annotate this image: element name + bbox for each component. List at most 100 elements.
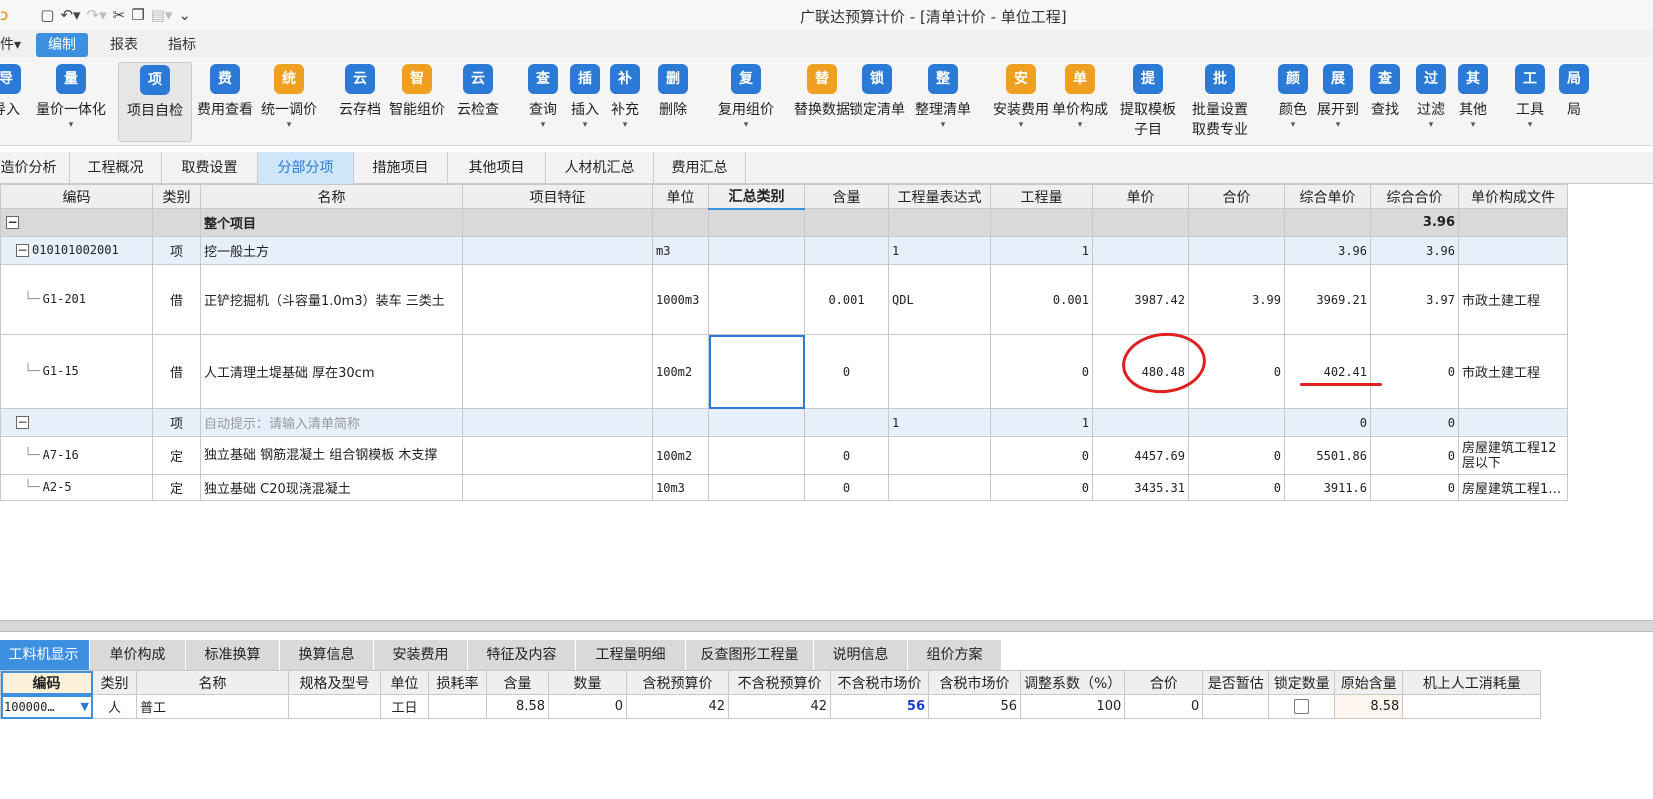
cell-feature[interactable] <box>462 264 653 335</box>
cell-content[interactable] <box>804 236 889 265</box>
dropdown-arrow-icon[interactable]: ▾ <box>910 120 976 130</box>
cell-composite-total[interactable]: 0 <box>1370 334 1459 409</box>
redo-icon[interactable]: ↷▾ <box>87 6 107 24</box>
ribbon-button-install-fee[interactable]: 安安装费用 ▾ <box>988 62 1054 142</box>
ribbon-button-price-adjust[interactable]: 统统一调价 ▾ <box>256 62 322 142</box>
cell-unit[interactable] <box>652 208 709 237</box>
ribbon-button-expand-to[interactable]: 展展开到 ▾ <box>1312 62 1364 142</box>
cell-code[interactable]: └─ A7-16 <box>0 436 153 475</box>
resource-code-combo[interactable]: 100000… ▼ <box>0 694 93 719</box>
ribbon-button-other[interactable]: 其其他 ▾ <box>1452 62 1494 142</box>
detail-tab[interactable]: 反查图形工程量 <box>686 640 814 670</box>
cell-quantity[interactable]: 0 <box>990 334 1093 409</box>
ribbon-button-query[interactable]: 查查询 ▾ <box>522 62 564 142</box>
cell-feature[interactable] <box>462 408 653 437</box>
cell-name[interactable]: 自动提示：请输入清单简称 <box>200 408 463 437</box>
ribbon-button-delete[interactable]: 删删除 <box>652 62 694 142</box>
collapse-icon[interactable]: − <box>16 244 29 257</box>
ribbon-button-smart-price[interactable]: 智智能组价 <box>384 62 450 142</box>
detail-tab[interactable]: 组价方案 <box>908 640 1002 670</box>
dropdown-arrow-icon[interactable]: ▾ <box>566 120 604 130</box>
tab-measures[interactable]: 措施项目 <box>354 152 448 184</box>
cell-unit-price[interactable]: 3435.31 <box>1092 474 1189 501</box>
col-composite-unit-price[interactable]: 综合单价 <box>1284 184 1371 209</box>
cell-composite-total[interactable]: 3.96 <box>1370 208 1459 237</box>
ribbon-button-tools[interactable]: 工工具 ▾ <box>1508 62 1552 142</box>
cell-composite-total[interactable]: 3.97 <box>1370 264 1459 335</box>
cell-summary-category[interactable] <box>708 436 805 475</box>
cell-code[interactable]: └─ G1-201 <box>0 264 153 335</box>
cell-name[interactable]: 正铲挖掘机（斗容量1.0m3）装车 三类土 <box>200 264 463 335</box>
cell-quantity-expr[interactable] <box>888 474 991 501</box>
cell-code[interactable]: −010101002001 <box>0 236 153 265</box>
detail-tab[interactable]: 安装费用 <box>374 640 468 670</box>
col-unit[interactable]: 单位 <box>652 184 709 209</box>
menu-report[interactable]: 报表 <box>98 33 150 57</box>
ribbon-button-batch-fee[interactable]: 批批量设置 取费专业 <box>1186 62 1254 142</box>
undo-icon[interactable]: ↶▾ <box>60 6 80 24</box>
table-row[interactable]: − 整个项目 3.96 <box>0 208 1568 237</box>
pane-splitter[interactable] <box>0 620 1653 632</box>
tab-fee-settings[interactable]: 取费设置 <box>162 152 258 184</box>
cell-total-price[interactable]: 0 <box>1188 436 1285 475</box>
resource-spec[interactable] <box>288 694 381 719</box>
table-row[interactable]: └─ G1-201 借正铲挖掘机（斗容量1.0m3）装车 三类土 1000m3 0.00… <box>0 264 1568 335</box>
ribbon-button-cloud-check[interactable]: 云云检查 <box>452 62 504 142</box>
cell-unit-price[interactable] <box>1092 236 1189 265</box>
dropdown-arrow-icon[interactable]: ▾ <box>522 120 564 130</box>
resource-col-header[interactable]: 类别 <box>92 670 137 695</box>
resource-col-header[interactable]: 含量 <box>486 670 549 695</box>
table-row[interactable]: └─ A7-16 定独立基础 钢筋混凝土 组合钢模板 木支撑 100m2 0 0 4457.… <box>0 436 1568 475</box>
cell-type[interactable]: 项 <box>152 408 201 437</box>
ribbon-button-self-check[interactable]: 项项目自检 <box>118 62 192 142</box>
cell-price-file[interactable] <box>1458 236 1568 265</box>
dropdown-arrow-icon[interactable]: ▾ <box>1312 120 1364 130</box>
dropdown-arrow-icon[interactable]: ▾ <box>1410 120 1452 130</box>
cell-composite-unit-price[interactable]: 3911.6 <box>1284 474 1371 501</box>
cell-price-file[interactable]: 市政土建工程 <box>1458 264 1568 335</box>
cell-quantity-expr[interactable] <box>888 208 991 237</box>
dropdown-arrow-icon[interactable]: ▾ <box>1272 120 1314 130</box>
cell-price-file[interactable]: 市政土建工程 <box>1458 334 1568 409</box>
ribbon-button-fee-view[interactable]: 费费用查看 <box>190 62 260 142</box>
cell-content[interactable]: 0 <box>804 436 889 475</box>
cell-summary-category[interactable] <box>708 236 805 265</box>
ribbon-button-supplement[interactable]: 补补充 ▾ <box>606 62 644 142</box>
cell-composite-total[interactable]: 0 <box>1370 474 1459 501</box>
cell-composite-unit-price[interactable]: 402.41 <box>1284 334 1371 409</box>
cell-feature[interactable] <box>462 208 653 237</box>
ribbon-button-import[interactable]: 导导入 <box>0 62 28 142</box>
tab-other-items[interactable]: 其他项目 <box>448 152 546 184</box>
cell-unit[interactable] <box>652 408 709 437</box>
cell-quantity[interactable]: 0 <box>990 474 1093 501</box>
cell-summary-category[interactable] <box>708 208 805 237</box>
resource-tax-market-price[interactable]: 56 <box>928 694 1021 719</box>
cell-type[interactable]: 借 <box>152 334 201 409</box>
cell-composite-unit-price[interactable]: 0 <box>1284 408 1371 437</box>
col-total-price[interactable]: 合价 <box>1188 184 1285 209</box>
table-row[interactable]: └─ A2-5 定独立基础 C20现浇混凝土 10m3 0 0 3435.31 0 3911.6… <box>0 474 1568 501</box>
cell-type[interactable] <box>152 208 201 237</box>
cell-total-price[interactable] <box>1188 236 1285 265</box>
cell-quantity[interactable]: 1 <box>990 236 1093 265</box>
resource-col-header[interactable]: 名称 <box>136 670 289 695</box>
collapse-icon[interactable]: − <box>16 416 29 429</box>
detail-tab[interactable]: 特征及内容 <box>468 640 576 670</box>
cell-quantity-expr[interactable]: 1 <box>888 408 991 437</box>
cell-quantity-expr[interactable]: QDL <box>888 264 991 335</box>
dropdown-arrow-icon[interactable]: ▾ <box>1048 120 1112 130</box>
col-unit-price[interactable]: 单价 <box>1092 184 1189 209</box>
dropdown-arrow-icon[interactable]: ▾ <box>1452 120 1494 130</box>
cell-name[interactable]: 独立基础 钢筋混凝土 组合钢模板 木支撑 <box>200 436 463 475</box>
cell-price-file[interactable] <box>1458 408 1568 437</box>
col-quantity[interactable]: 工程量 <box>990 184 1093 209</box>
resource-col-header[interactable]: 机上人工消耗量 <box>1402 670 1542 695</box>
copy-icon[interactable]: ❐ <box>131 6 144 24</box>
resource-col-header[interactable]: 数量 <box>548 670 627 695</box>
cell-composite-unit-price[interactable]: 3969.21 <box>1284 264 1371 335</box>
cell-composite-total[interactable]: 0 <box>1370 436 1459 475</box>
detail-tab[interactable]: 标准换算 <box>186 640 280 670</box>
cell-price-file[interactable]: 房屋建筑工程1… <box>1458 474 1568 501</box>
cell-quantity-expr[interactable] <box>888 334 991 409</box>
cell-content[interactable]: 0.001 <box>804 264 889 335</box>
